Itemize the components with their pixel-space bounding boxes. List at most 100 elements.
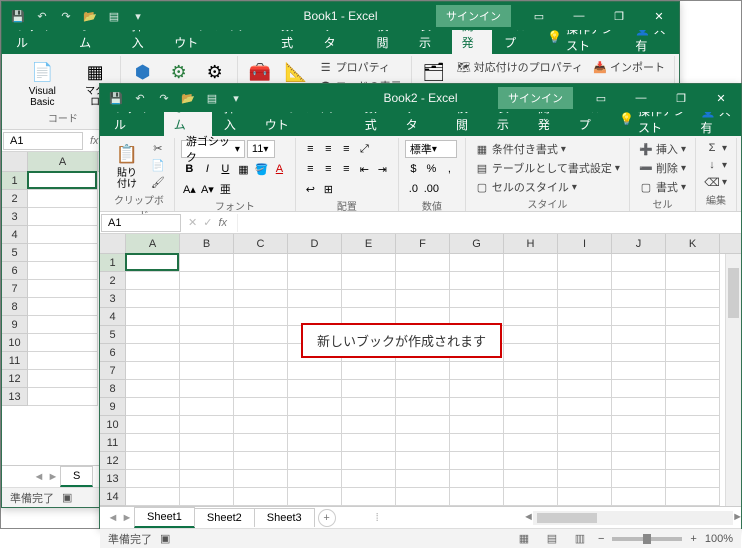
cell[interactable] (450, 416, 504, 434)
signin-button[interactable]: サインイン (436, 5, 511, 27)
cell[interactable] (504, 254, 558, 272)
cell[interactable] (28, 190, 98, 208)
cell[interactable] (504, 326, 558, 344)
properties-button[interactable]: ☰プロパティ (316, 58, 405, 76)
select-all-corner[interactable] (100, 234, 126, 253)
cell[interactable] (288, 380, 342, 398)
indent-dec-button[interactable]: ⇤ (356, 160, 374, 178)
col-header[interactable]: K (666, 234, 720, 253)
cell[interactable] (666, 452, 720, 470)
cell[interactable] (612, 326, 666, 344)
cell[interactable] (504, 362, 558, 380)
cell[interactable] (558, 254, 612, 272)
col-header[interactable]: A (126, 234, 180, 253)
cell[interactable] (666, 326, 720, 344)
cell[interactable] (450, 398, 504, 416)
font-size-select[interactable]: 11 ▾ (247, 140, 275, 158)
cell[interactable] (180, 254, 234, 272)
cell[interactable] (666, 308, 720, 326)
cell[interactable] (28, 208, 98, 226)
cell[interactable] (504, 470, 558, 488)
cell[interactable] (558, 326, 612, 344)
cell[interactable] (666, 344, 720, 362)
cell[interactable] (234, 452, 288, 470)
horizontal-scrollbar[interactable]: ◄► (533, 511, 733, 525)
cell[interactable] (558, 488, 612, 506)
visual-basic-button[interactable]: 📄Visual Basic (12, 58, 73, 110)
align-center-button[interactable]: ≡ (320, 160, 338, 178)
row-header[interactable]: 1 (100, 254, 125, 272)
cell[interactable] (180, 470, 234, 488)
dec-decimal-button[interactable]: .00 (423, 180, 441, 198)
cell[interactable] (288, 398, 342, 416)
shrink-font-button[interactable]: A▾ (199, 180, 217, 198)
cell[interactable] (180, 452, 234, 470)
close-icon[interactable]: ✕ (639, 2, 679, 30)
cell[interactable] (28, 298, 98, 316)
qat-dropdown-icon[interactable]: ▾ (128, 6, 148, 26)
cell[interactable] (612, 488, 666, 506)
cell[interactable] (342, 434, 396, 452)
row-header[interactable]: 13 (100, 470, 125, 488)
formula-input[interactable] (237, 214, 741, 232)
maximize-icon[interactable]: ❐ (661, 84, 701, 112)
row-header[interactable]: 13 (2, 388, 27, 406)
cancel-icon[interactable]: ✕ (188, 216, 197, 229)
cell[interactable] (504, 416, 558, 434)
fx-icon[interactable]: fx (218, 217, 227, 229)
cell[interactable] (288, 452, 342, 470)
cell[interactable] (558, 416, 612, 434)
cell[interactable] (504, 434, 558, 452)
cell[interactable] (180, 434, 234, 452)
cell[interactable] (666, 416, 720, 434)
map-properties-button[interactable]: 🗺対応付けのプロパティ (454, 58, 586, 76)
cell[interactable] (666, 434, 720, 452)
cell[interactable] (126, 344, 180, 362)
cell[interactable] (504, 398, 558, 416)
sheet-tab[interactable]: Sheet2 (194, 508, 255, 527)
cell[interactable] (450, 488, 504, 506)
inc-decimal-button[interactable]: .0 (405, 180, 423, 198)
cell[interactable] (126, 254, 180, 272)
excel-addins-button[interactable]: ⚙ (163, 58, 195, 86)
row-header[interactable]: 10 (2, 334, 27, 352)
row-header[interactable]: 2 (2, 190, 27, 208)
cell[interactable] (666, 362, 720, 380)
cell[interactable] (234, 254, 288, 272)
cell[interactable] (504, 488, 558, 506)
com-addins-button[interactable]: ⚙ (199, 58, 231, 86)
align-middle-button[interactable]: ≡ (320, 140, 338, 158)
signin-button[interactable]: サインイン (498, 87, 573, 109)
cell[interactable] (342, 416, 396, 434)
cell[interactable] (288, 362, 342, 380)
cell[interactable] (126, 326, 180, 344)
sheet-tab[interactable]: Sheet1 (134, 507, 195, 528)
row-header[interactable]: 1 (2, 172, 27, 190)
cell[interactable] (234, 416, 288, 434)
row-header[interactable]: 9 (100, 398, 125, 416)
cell[interactable] (126, 398, 180, 416)
cell[interactable] (612, 290, 666, 308)
row-header[interactable]: 5 (2, 244, 27, 262)
cell[interactable] (126, 434, 180, 452)
cell[interactable] (396, 470, 450, 488)
cell[interactable] (342, 362, 396, 380)
macro-rec-icon[interactable]: ▣ (160, 532, 170, 545)
cell[interactable] (180, 488, 234, 506)
design-mode-button[interactable]: 📐 (280, 58, 312, 86)
enter-icon[interactable]: ✓ (203, 216, 212, 229)
clear-button[interactable]: ⌫▾ (702, 174, 730, 190)
cell[interactable] (504, 272, 558, 290)
fx-icon[interactable]: fx (90, 135, 99, 147)
cell[interactable] (234, 488, 288, 506)
cell[interactable] (558, 308, 612, 326)
cell[interactable] (612, 254, 666, 272)
cell[interactable] (28, 334, 98, 352)
cell[interactable] (396, 416, 450, 434)
cell[interactable] (558, 290, 612, 308)
cell[interactable] (342, 452, 396, 470)
cell[interactable] (558, 272, 612, 290)
cell[interactable] (558, 344, 612, 362)
cell[interactable] (396, 290, 450, 308)
cell[interactable] (396, 272, 450, 290)
